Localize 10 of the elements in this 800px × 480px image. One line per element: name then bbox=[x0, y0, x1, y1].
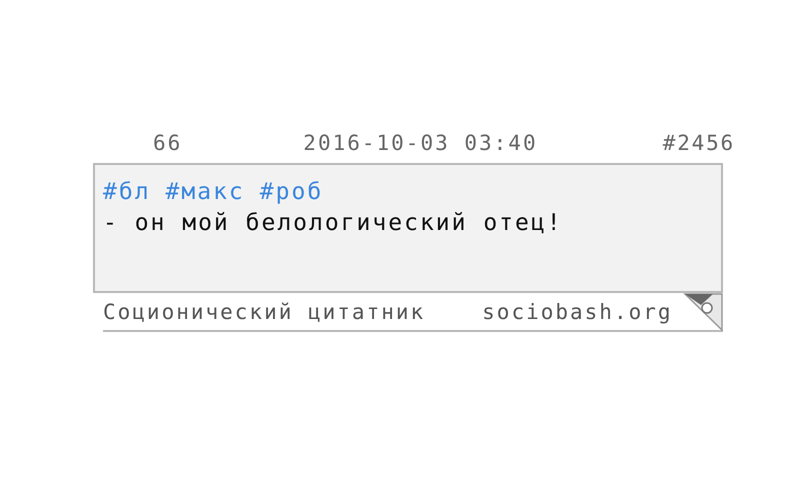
tag-link[interactable]: #бл bbox=[103, 177, 151, 208]
site-title: Соционический цитатник bbox=[103, 300, 426, 324]
rating: 66 bbox=[153, 131, 182, 155]
tag-link[interactable]: #роб bbox=[260, 177, 324, 208]
page-corner-icon[interactable] bbox=[683, 293, 723, 331]
site-link[interactable]: sociobash.org bbox=[482, 300, 673, 324]
quote-text: - он мой белологический отец! bbox=[103, 209, 564, 238]
tag-link[interactable]: #макс bbox=[166, 177, 245, 208]
quote-date: 2016-10-03 03:40 bbox=[303, 131, 538, 155]
quote-number[interactable]: #2456 bbox=[662, 131, 735, 155]
